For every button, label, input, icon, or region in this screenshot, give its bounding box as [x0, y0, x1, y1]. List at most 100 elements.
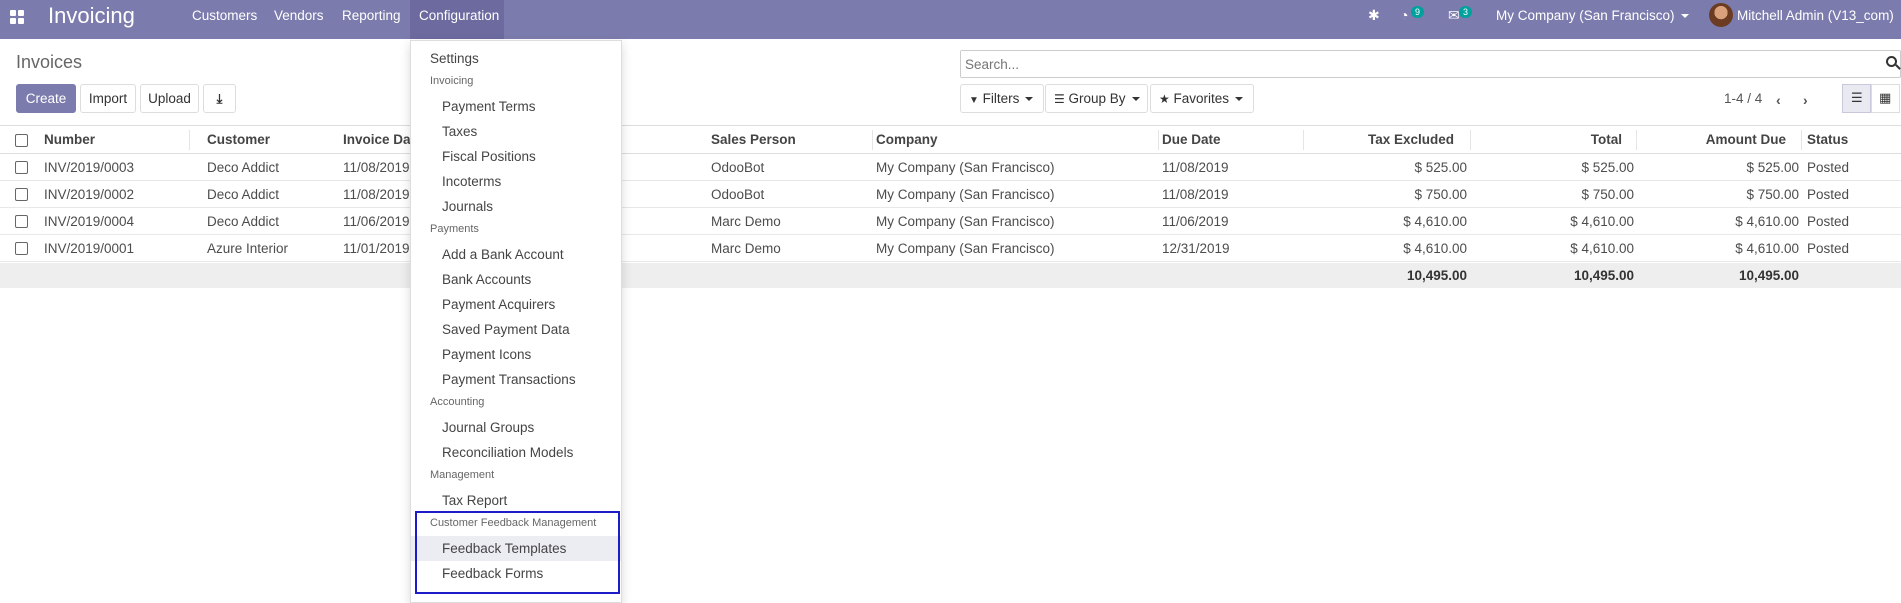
menu-item-saved-payment-data[interactable]: Saved Payment Data [411, 317, 621, 342]
list-view-icon: ☰ [1851, 90, 1863, 105]
apps-menu-icon[interactable] [10, 10, 24, 24]
select-all-checkbox[interactable] [15, 134, 28, 147]
cell-tax-excluded: $ 4,610.00 [1403, 214, 1467, 229]
column-status[interactable]: Status [1807, 126, 1848, 154]
column-sales-person[interactable]: Sales Person [711, 126, 796, 154]
menu-item-tax-report[interactable]: Tax Report [411, 488, 621, 513]
menu-item-bank-accounts[interactable]: Bank Accounts [411, 267, 621, 292]
filters-button[interactable]: ▼ Filters [960, 84, 1044, 113]
cell-due-date: 11/08/2019 [1162, 187, 1229, 202]
section-header-invoicing: Invoicing [430, 75, 474, 87]
chevron-down-icon [1025, 97, 1034, 102]
cell-number: INV/2019/0003 [44, 160, 135, 175]
cell-status: Posted [1807, 187, 1850, 202]
cell-tax-excluded: $ 4,610.00 [1403, 241, 1467, 256]
table-row[interactable]: INV/2019/0003 Deco Addict 11/08/2019 Odo… [0, 154, 1901, 181]
menu-customers[interactable]: Customers [183, 0, 266, 39]
cell-due-date: 12/31/2019 [1162, 241, 1230, 256]
column-customer[interactable]: Customer [207, 126, 270, 154]
row-checkbox[interactable] [15, 161, 28, 174]
cell-number: INV/2019/0004 [44, 214, 135, 229]
cell-amount-due: $ 525.00 [1746, 160, 1799, 175]
menu-item-payment-icons[interactable]: Payment Icons [411, 342, 621, 367]
star-icon: ★ [1159, 92, 1170, 106]
menu-item-incoterms[interactable]: Incoterms [411, 169, 621, 194]
cell-sales-person: Marc Demo [711, 241, 781, 256]
favorites-button[interactable]: ★ Favorites [1150, 84, 1254, 113]
search-icon[interactable] [1886, 56, 1901, 70]
table-row[interactable]: INV/2019/0004 Deco Addict 11/06/2019 Mar… [0, 208, 1901, 235]
menu-vendors[interactable]: Vendors [265, 0, 333, 39]
cell-status: Posted [1807, 160, 1850, 175]
cell-invoice-date: 11/08/2019 [343, 187, 410, 202]
menu-item-payment-terms[interactable]: Payment Terms [411, 94, 621, 119]
company-switcher[interactable]: My Company (San Francisco) [1496, 8, 1689, 23]
search-input[interactable] [961, 51, 1807, 77]
import-button[interactable]: Import [80, 84, 136, 113]
menu-item-payment-acquirers[interactable]: Payment Acquirers [411, 292, 621, 317]
favorites-label: Favorites [1173, 91, 1230, 106]
user-menu[interactable]: Mitchell Admin (V13_com) [1737, 8, 1894, 23]
bug-icon[interactable]: ✱ [1368, 7, 1380, 24]
column-company[interactable]: Company [876, 126, 938, 154]
kanban-view-button[interactable]: ▦ [1871, 84, 1900, 113]
previous-page-icon[interactable]: ‹ [1776, 92, 1781, 108]
row-checkbox[interactable] [15, 215, 28, 228]
section-header-management: Management [430, 469, 495, 481]
row-checkbox[interactable] [15, 242, 28, 255]
column-number[interactable]: Number [44, 126, 95, 154]
message-count-badge: 3 [1459, 6, 1473, 18]
menu-configuration[interactable]: Configuration [410, 0, 504, 39]
activity-clock-icon[interactable]: ◔ [1400, 7, 1408, 23]
table-row[interactable]: INV/2019/0001 Azure Interior 11/01/2019 … [0, 235, 1901, 262]
cell-tax-excluded: $ 750.00 [1414, 187, 1467, 202]
chevron-down-icon [1680, 14, 1689, 19]
table-row[interactable]: INV/2019/0002 Deco Addict 11/08/2019 Odo… [0, 181, 1901, 208]
search-box [960, 50, 1901, 78]
company-name: My Company (San Francisco) [1496, 8, 1675, 23]
cell-amount-due: $ 4,610.00 [1735, 214, 1799, 229]
menu-item-journals[interactable]: Journals [411, 194, 621, 219]
menu-item-fiscal-positions[interactable]: Fiscal Positions [411, 144, 621, 169]
pager-value[interactable]: 1-4 / 4 [1724, 91, 1762, 106]
upload-button[interactable]: Upload [140, 84, 199, 113]
cell-company: My Company (San Francisco) [876, 187, 1055, 202]
cell-company: My Company (San Francisco) [876, 241, 1055, 256]
cell-amount-due: $ 4,610.00 [1735, 241, 1799, 256]
create-button[interactable]: Create [16, 84, 76, 113]
cell-total: $ 4,610.00 [1570, 241, 1634, 256]
column-total[interactable]: Total [1474, 126, 1622, 154]
section-header-payments: Payments [430, 223, 479, 235]
column-due-date[interactable]: Due Date [1162, 126, 1221, 154]
chevron-down-icon [1235, 97, 1244, 102]
avatar[interactable] [1709, 3, 1733, 27]
menu-item-journal-groups[interactable]: Journal Groups [411, 415, 621, 440]
group-by-button[interactable]: ☰ Group By [1045, 84, 1148, 113]
menu-item-reconciliation-models[interactable]: Reconciliation Models [411, 440, 621, 465]
row-checkbox[interactable] [15, 188, 28, 201]
column-amount-due[interactable]: Amount Due [1640, 126, 1786, 154]
cell-total: $ 750.00 [1581, 187, 1634, 202]
menu-item-payment-transactions[interactable]: Payment Transactions [411, 367, 621, 392]
menu-reporting[interactable]: Reporting [333, 0, 410, 39]
menu-item-settings[interactable]: Settings [411, 46, 621, 71]
group-by-label: Group By [1068, 91, 1126, 106]
column-tax-excluded[interactable]: Tax Excluded [1306, 126, 1454, 154]
cell-customer: Deco Addict [207, 160, 280, 175]
menu-item-add-bank-account[interactable]: Add a Bank Account [411, 242, 621, 267]
cell-sales-person: OdooBot [711, 160, 765, 175]
cell-total: $ 4,610.00 [1570, 214, 1634, 229]
messages-icon[interactable]: ✉ [1448, 7, 1460, 24]
next-page-icon[interactable]: › [1803, 92, 1808, 108]
cell-customer: Deco Addict [207, 187, 280, 202]
menu-item-taxes[interactable]: Taxes [411, 119, 621, 144]
table-header: Number Customer Invoice Da Sales Person … [0, 125, 1901, 154]
app-title: Invoicing [48, 3, 135, 28]
top-navbar: Invoicing Customers Vendors Reporting Co… [0, 0, 1901, 39]
list-view-button[interactable]: ☰ [1842, 84, 1871, 113]
download-button[interactable]: ⤓ [203, 84, 236, 113]
cell-customer: Azure Interior [207, 241, 289, 256]
column-invoice-date[interactable]: Invoice Da [343, 126, 411, 154]
cell-invoice-date: 11/01/2019 [343, 241, 410, 256]
filter-icon: ▼ [969, 95, 979, 106]
